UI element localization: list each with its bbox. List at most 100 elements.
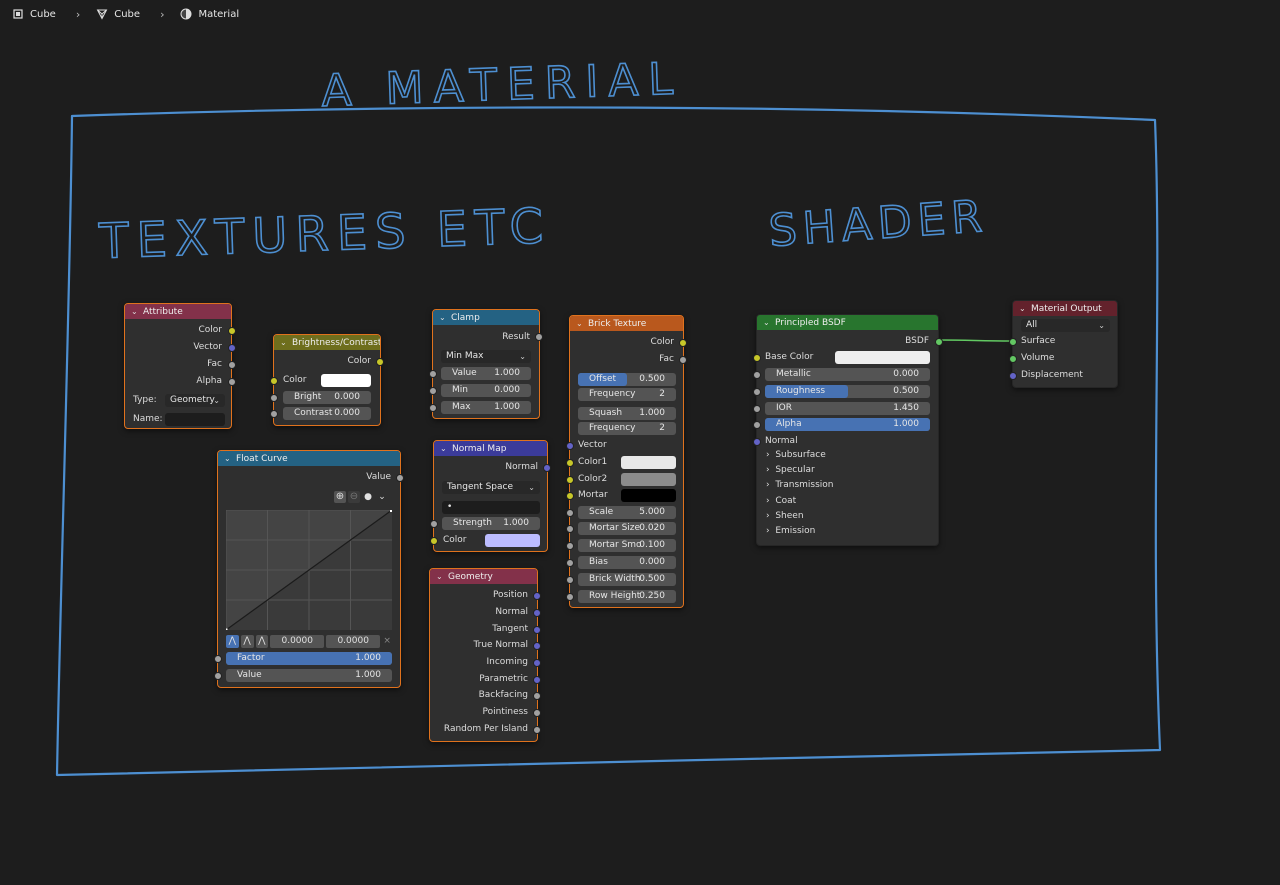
socket-parametric[interactable] <box>533 676 541 684</box>
socket-normal[interactable] <box>753 438 761 446</box>
socket-normal[interactable] <box>533 609 541 617</box>
socket-bsdf[interactable] <box>935 338 943 346</box>
socket-input-color[interactable] <box>270 377 278 385</box>
socket-vector[interactable] <box>228 344 236 352</box>
socket-pointiness[interactable] <box>533 709 541 717</box>
socket-color[interactable] <box>228 327 236 335</box>
socket-mortar-smooth[interactable] <box>566 542 574 550</box>
socket-strength[interactable] <box>430 520 438 528</box>
node-header[interactable]: ⌄ Material Output <box>1013 301 1117 316</box>
socket-output-color[interactable] <box>679 339 687 347</box>
contrast-field[interactable]: Contrast 0.000 <box>283 407 371 420</box>
socket-ior[interactable] <box>753 405 761 413</box>
node-header[interactable]: ⌄ Brightness/Contrast <box>274 335 380 350</box>
alpha-field[interactable]: Alpha 1.000 <box>765 418 930 431</box>
color2-swatch[interactable] <box>621 473 676 486</box>
base-color-swatch[interactable] <box>835 351 930 364</box>
geometry-node[interactable]: ⌄ Geometry Position Normal Tangent True N… <box>429 568 541 742</box>
chevron-down-icon[interactable]: ⌄ <box>280 335 292 350</box>
socket-color1[interactable] <box>566 459 574 467</box>
chevron-down-icon[interactable]: ⌄ <box>436 569 448 584</box>
curve-graph[interactable] <box>226 510 392 630</box>
curve-y-field[interactable]: 0.0000 <box>326 635 381 648</box>
squash-frequency-field[interactable]: Frequency 2 <box>578 422 676 435</box>
offset-field[interactable]: Offset 0.500 <box>578 373 676 386</box>
socket-bias[interactable] <box>566 559 574 567</box>
mortar-smooth-field[interactable]: Mortar Smo 0.100 <box>578 539 676 552</box>
chevron-down-icon[interactable]: ⌄ <box>376 491 388 503</box>
clamp-mode-dropdown[interactable]: Min Max ⌄ <box>441 350 531 363</box>
socket-factor[interactable] <box>214 655 222 663</box>
node-header[interactable]: ⌄ Principled BSDF <box>757 315 938 330</box>
name-input[interactable] <box>165 413 225 426</box>
socket-displacement[interactable] <box>1009 372 1017 380</box>
space-dropdown[interactable]: Tangent Space ⌄ <box>442 481 540 494</box>
socket-output-value[interactable] <box>396 474 404 482</box>
chevron-down-icon[interactable]: ⌄ <box>131 304 143 319</box>
socket-contrast[interactable] <box>270 410 278 418</box>
socket-output-fac[interactable] <box>679 356 687 364</box>
frequency-field[interactable]: Frequency 2 <box>578 388 676 401</box>
socket-true-normal[interactable] <box>533 642 541 650</box>
value-field[interactable]: Value 1.000 <box>226 669 392 682</box>
factor-field[interactable]: Factor 1.000 <box>226 652 392 665</box>
mortar-swatch[interactable] <box>621 489 676 502</box>
socket-scale[interactable] <box>566 509 574 517</box>
node-header[interactable]: ⌄ Normal Map <box>434 441 547 456</box>
panel-sheen[interactable]: › Sheen <box>766 511 804 521</box>
socket-vector[interactable] <box>566 442 574 450</box>
socket-output-color[interactable] <box>376 358 384 366</box>
socket-volume[interactable] <box>1009 355 1017 363</box>
brightness-contrast-node[interactable]: ⌄ Brightness/Contrast Color Color Bright 0… <box>270 334 384 426</box>
node-header[interactable]: ⌄ Clamp <box>433 310 539 325</box>
strength-field[interactable]: Strength 1.000 <box>442 517 540 530</box>
socket-base-color[interactable] <box>753 354 761 362</box>
brick-width-field[interactable]: Brick Width 0.500 <box>578 573 676 586</box>
free-handle-icon[interactable]: ⋀ <box>255 635 269 648</box>
curve-point[interactable] <box>390 510 392 512</box>
socket-random-per-island[interactable] <box>533 726 541 734</box>
scale-field[interactable]: Scale 5.000 <box>578 506 676 519</box>
socket-brick-width[interactable] <box>566 576 574 584</box>
socket-backfacing[interactable] <box>533 692 541 700</box>
value-field[interactable]: Value 1.000 <box>441 367 531 380</box>
socket-tangent[interactable] <box>533 626 541 634</box>
bright-field[interactable]: Bright 0.000 <box>283 391 371 404</box>
node-header[interactable]: ⌄ Brick Texture <box>570 316 683 331</box>
panel-transmission[interactable]: › Transmission <box>766 480 833 490</box>
socket-color2[interactable] <box>566 476 574 484</box>
socket-mortar[interactable] <box>566 492 574 500</box>
attribute-node[interactable]: ⌄ Attribute Color Vector Fac Alpha Type: … <box>124 303 236 429</box>
min-field[interactable]: Min 0.000 <box>441 384 531 397</box>
material-output-node[interactable]: ⌄ Material Output All ⌄ Surface Volume Dis… <box>1009 300 1118 388</box>
socket-value[interactable] <box>429 370 437 378</box>
mortar-size-field[interactable]: Mortar Size 0.020 <box>578 522 676 535</box>
socket-fac[interactable] <box>228 361 236 369</box>
socket-row-height[interactable] <box>566 593 574 601</box>
vector-handle-icon[interactable]: ⋀ <box>240 635 254 648</box>
roughness-field[interactable]: Roughness 0.500 <box>765 385 930 398</box>
chevron-down-icon[interactable]: ⌄ <box>224 451 236 466</box>
socket-alpha[interactable] <box>228 378 236 386</box>
node-link-bsdf-surface[interactable] <box>937 339 1013 342</box>
socket-metallic[interactable] <box>753 371 761 379</box>
panel-coat[interactable]: › Coat <box>766 496 796 506</box>
dot-icon[interactable]: ● <box>362 491 374 503</box>
panel-subsurface[interactable]: › Subsurface <box>766 450 826 460</box>
color1-swatch[interactable] <box>621 456 676 469</box>
node-header[interactable]: ⌄ Float Curve <box>218 451 400 466</box>
normal-map-node[interactable]: ⌄ Normal Map Normal Tangent Space ⌄ • Stre… <box>430 440 551 552</box>
socket-min[interactable] <box>429 387 437 395</box>
socket-roughness[interactable] <box>753 388 761 396</box>
brick-texture-node[interactable]: ⌄ Brick Texture Color Fac Offset 0.500 Fre… <box>566 315 687 608</box>
float-curve-node[interactable]: ⌄ Float Curve Value ⊕ ⊖ ● ⌄ ⋀ ⋀ ⋀ 0.0000 … <box>214 450 404 688</box>
zoom-out-icon[interactable]: ⊖ <box>348 491 360 503</box>
chevron-down-icon[interactable]: ⌄ <box>576 316 588 331</box>
bias-field[interactable]: Bias 0.000 <box>578 556 676 569</box>
socket-mortar-size[interactable] <box>566 525 574 533</box>
principled-bsdf-node[interactable]: ⌄ Principled BSDF BSDF Base Color Metalli… <box>753 314 943 546</box>
panel-emission[interactable]: › Emission <box>766 526 815 536</box>
chevron-down-icon[interactable]: ⌄ <box>440 441 452 456</box>
delete-point-icon[interactable]: × <box>382 635 392 648</box>
chevron-down-icon[interactable]: ⌄ <box>763 315 775 330</box>
